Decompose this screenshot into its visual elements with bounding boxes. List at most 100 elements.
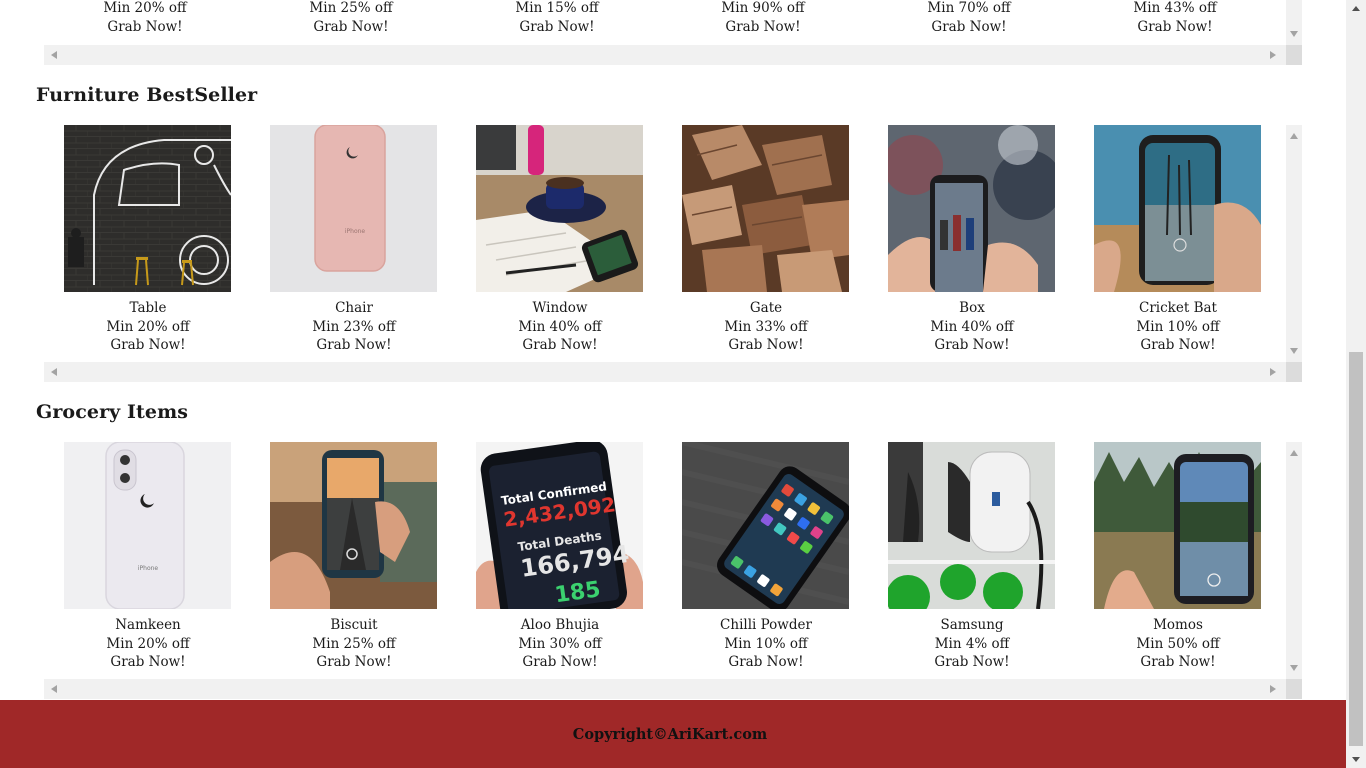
phone-photo-crowd-image[interactable] [888,125,1055,292]
grab-now-link[interactable]: Grab Now! [885,18,1053,37]
product-card[interactable]: Box Min 40% off Grab Now! [888,125,1056,355]
grab-now-link[interactable]: Grab Now! [888,653,1056,672]
product-card[interactable]: Samsung Min 4% off Grab Now! [888,442,1056,672]
grab-now-link[interactable]: Grab Now! [1094,336,1262,355]
grab-now-link[interactable]: Grab Now! [1094,653,1262,672]
grab-now-link[interactable]: Grab Now! [476,653,644,672]
phone-on-table-image[interactable] [682,442,849,609]
product-card[interactable]: Min 25% off Grab Now! [267,0,435,36]
page-scrollbar-thumb[interactable] [1349,352,1363,746]
product-discount: Min 90% off [721,0,805,16]
product-card[interactable]: Chilli Powder Min 10% off Grab Now! [682,442,850,672]
product-discount: Min 10% off [1136,318,1220,335]
product-discount: Min 25% off [312,635,396,652]
ev-charger-image[interactable] [888,442,1055,609]
previous-carousel[interactable]: Min 20% off Grab Now! Min 25% off Grab N… [44,0,1302,66]
product-card[interactable]: Gate Min 33% off Grab Now! [682,125,850,355]
carousel-vertical-scrollbar[interactable] [1286,0,1302,45]
grab-now-link[interactable]: Grab Now! [270,336,438,355]
product-card[interactable]: Total Confirmed 2,432,092 Total Deaths 1… [476,442,644,672]
product-card[interactable]: iPhone Namkeen Min 20% off Grab Now! [64,442,232,672]
product-discount: Min 70% off [927,0,1011,16]
grab-now-link[interactable]: Grab Now! [682,336,850,355]
product-card[interactable]: iPhone Chair Min 23% off Grab Now! [270,125,438,355]
product-card[interactable]: Min 43% off Grab Now! [1091,0,1259,36]
grab-now-link[interactable]: Grab Now! [61,18,229,37]
footer: Copyright©AriKart.com [0,700,1346,768]
scroll-up-arrow-icon[interactable] [1290,133,1298,139]
scroll-left-arrow-icon[interactable] [51,685,57,693]
page-scroll-up-arrow-icon[interactable] [1352,6,1360,11]
chopped-wood-image[interactable] [682,125,849,292]
scroll-up-arrow-icon[interactable] [1290,450,1298,456]
grocery-carousel-track: iPhone Namkeen Min 20% off Grab Now! Bis… [44,442,1286,679]
scroll-left-arrow-icon[interactable] [51,368,57,376]
section-title-furniture: Furniture BestSeller [36,84,258,106]
product-discount: Min 40% off [930,318,1014,335]
scroll-down-arrow-icon[interactable] [1290,348,1298,354]
product-discount: Min 30% off [518,635,602,652]
scroll-right-arrow-icon[interactable] [1270,51,1276,59]
product-discount: Min 40% off [518,318,602,335]
carousel-vertical-scrollbar[interactable] [1286,442,1302,679]
scroll-right-arrow-icon[interactable] [1270,685,1276,693]
grab-now-link[interactable]: Grab Now! [476,336,644,355]
product-name: Cricket Bat [1139,300,1217,316]
product-card[interactable]: Biscuit Min 25% off Grab Now! [270,442,438,672]
previous-carousel-track: Min 20% off Grab Now! Min 25% off Grab N… [44,0,1286,45]
product-card[interactable]: Table Min 20% off Grab Now! [64,125,232,355]
coffee-desk-phone-image[interactable] [476,125,643,292]
scroll-left-arrow-icon[interactable] [51,51,57,59]
product-name: Gate [749,300,783,316]
product-discount: Min 50% off [1136,635,1220,652]
scrollbar-corner [1286,679,1302,699]
product-card[interactable]: Min 90% off Grab Now! [679,0,847,36]
product-card[interactable]: Min 15% off Grab Now! [473,0,641,36]
svg-text:iPhone: iPhone [345,228,366,235]
grab-now-link[interactable]: Grab Now! [473,18,641,37]
phone-photo-street-image[interactable] [270,442,437,609]
product-discount: Min 20% off [106,318,190,335]
product-card[interactable]: Min 70% off Grab Now! [885,0,1053,36]
grocery-carousel[interactable]: iPhone Namkeen Min 20% off Grab Now! Bis… [44,442,1302,699]
product-name: Namkeen [115,617,181,633]
van-mural-cafe-image[interactable] [64,125,231,292]
grab-now-link[interactable]: Grab Now! [267,18,435,37]
carousel-horizontal-scrollbar[interactable] [44,362,1286,382]
white-phone-back-image[interactable]: iPhone [64,442,231,609]
grab-now-link[interactable]: Grab Now! [1091,18,1259,37]
product-discount: Min 33% off [724,318,808,335]
rose-gold-phone-image[interactable]: iPhone [270,125,437,292]
phone-camera-trees-image[interactable] [1094,125,1261,292]
scroll-down-arrow-icon[interactable] [1290,665,1298,671]
product-card[interactable]: Min 20% off Grab Now! [61,0,229,36]
phone-covid-stats-image[interactable]: Total Confirmed 2,432,092 Total Deaths 1… [476,442,643,609]
grab-now-link[interactable]: Grab Now! [270,653,438,672]
page-scroll-down-arrow-icon[interactable] [1352,757,1360,762]
product-name: Aloo Bhujia [520,617,600,633]
furniture-carousel[interactable]: Table Min 20% off Grab Now! iPhone Chair… [44,125,1302,382]
scrollbar-corner [1286,362,1302,382]
grab-now-link[interactable]: Grab Now! [64,336,232,355]
product-card[interactable]: Momos Min 50% off Grab Now! [1094,442,1262,672]
footer-copyright: Copyright©AriKart.com [572,725,768,743]
grab-now-link[interactable]: Grab Now! [682,653,850,672]
grab-now-link[interactable]: Grab Now! [888,336,1056,355]
scroll-right-arrow-icon[interactable] [1270,368,1276,376]
svg-text:iPhone: iPhone [138,565,159,572]
product-name: Samsung [940,617,1004,633]
grab-now-link[interactable]: Grab Now! [64,653,232,672]
phone-lake-photo-image[interactable] [1094,442,1261,609]
product-name: Biscuit [330,617,378,633]
carousel-horizontal-scrollbar[interactable] [44,679,1286,699]
scroll-down-arrow-icon[interactable] [1290,31,1298,37]
furniture-carousel-track: Table Min 20% off Grab Now! iPhone Chair… [44,125,1286,362]
product-card[interactable]: Cricket Bat Min 10% off Grab Now! [1094,125,1262,355]
product-name: Momos [1153,617,1203,633]
page-vertical-scrollbar[interactable] [1346,0,1366,768]
product-name: Chair [335,300,373,316]
grab-now-link[interactable]: Grab Now! [679,18,847,37]
product-card[interactable]: Window Min 40% off Grab Now! [476,125,644,355]
carousel-horizontal-scrollbar[interactable] [44,45,1286,65]
carousel-vertical-scrollbar[interactable] [1286,125,1302,362]
